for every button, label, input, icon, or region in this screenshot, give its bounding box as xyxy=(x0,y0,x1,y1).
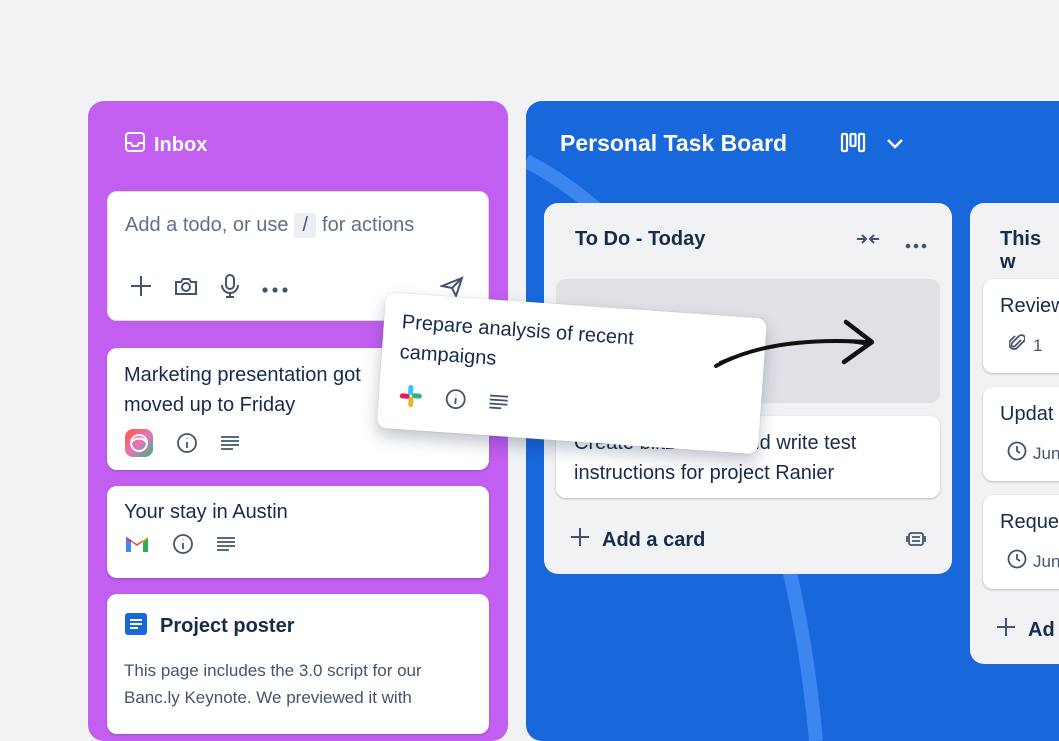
attachment-count: 1 xyxy=(1033,335,1043,355)
inbox-card[interactable]: Your stay in Austin xyxy=(107,486,489,578)
add-todo-placeholder: Add a todo, or use / for actions xyxy=(125,213,415,238)
atlassian-icon xyxy=(124,428,154,463)
slack-icon xyxy=(398,383,424,414)
info-icon[interactable] xyxy=(172,533,194,560)
board-title: Personal Task Board xyxy=(560,130,788,156)
add-card-button[interactable]: Add a card xyxy=(570,527,705,553)
description-icon xyxy=(488,393,509,415)
gmail-icon xyxy=(124,534,150,559)
list-more-icon[interactable] xyxy=(905,236,927,254)
inbox-icon xyxy=(124,131,146,159)
doc-title: Project poster xyxy=(160,615,295,637)
drag-arrow-icon xyxy=(714,319,875,368)
paperclip-icon xyxy=(1008,333,1026,358)
slash-key: / xyxy=(294,213,317,238)
card-title: Review xyxy=(1000,295,1059,317)
inbox-doc-card[interactable]: Project poster This page includes the 3.… xyxy=(107,594,489,734)
plus-icon xyxy=(570,527,590,553)
inbox-header: Inbox xyxy=(124,131,207,159)
due-date: Jun xyxy=(1033,443,1059,463)
plus-icon[interactable] xyxy=(130,275,152,302)
description-icon xyxy=(220,435,240,456)
due-date: Jun xyxy=(1033,551,1059,571)
microphone-icon[interactable] xyxy=(220,274,240,303)
card-title: Updat xyxy=(1000,403,1054,425)
card-template-icon[interactable] xyxy=(906,529,926,554)
camera-icon[interactable] xyxy=(174,275,198,302)
card-title: Reque xyxy=(1000,511,1059,533)
dragging-card[interactable]: Prepare analysis of recent campaigns xyxy=(376,292,768,455)
info-icon[interactable] xyxy=(444,387,468,415)
clock-icon xyxy=(1007,549,1027,574)
board-view-icon[interactable] xyxy=(840,132,866,159)
board-card[interactable]: Updat Jun xyxy=(983,387,1059,481)
document-icon xyxy=(124,612,148,641)
board-card[interactable]: Review 1 xyxy=(983,279,1059,373)
collapse-list-icon[interactable] xyxy=(856,231,880,252)
description-icon xyxy=(216,536,236,557)
more-icon[interactable] xyxy=(262,280,288,298)
info-icon[interactable] xyxy=(176,432,198,459)
inbox-title: Inbox xyxy=(154,133,208,156)
list-title: To Do - Today xyxy=(575,228,706,250)
add-card-button[interactable]: Ad xyxy=(996,617,1055,643)
chevron-down-icon[interactable] xyxy=(886,136,904,155)
clock-icon xyxy=(1007,441,1027,466)
card-title: Your stay in Austin xyxy=(124,501,288,523)
list-title: This w xyxy=(1000,228,1042,273)
doc-body: This page includes the 3.0 script for ou… xyxy=(124,661,422,707)
board-card[interactable]: Reque Jun xyxy=(983,495,1059,589)
plus-icon xyxy=(996,617,1016,643)
